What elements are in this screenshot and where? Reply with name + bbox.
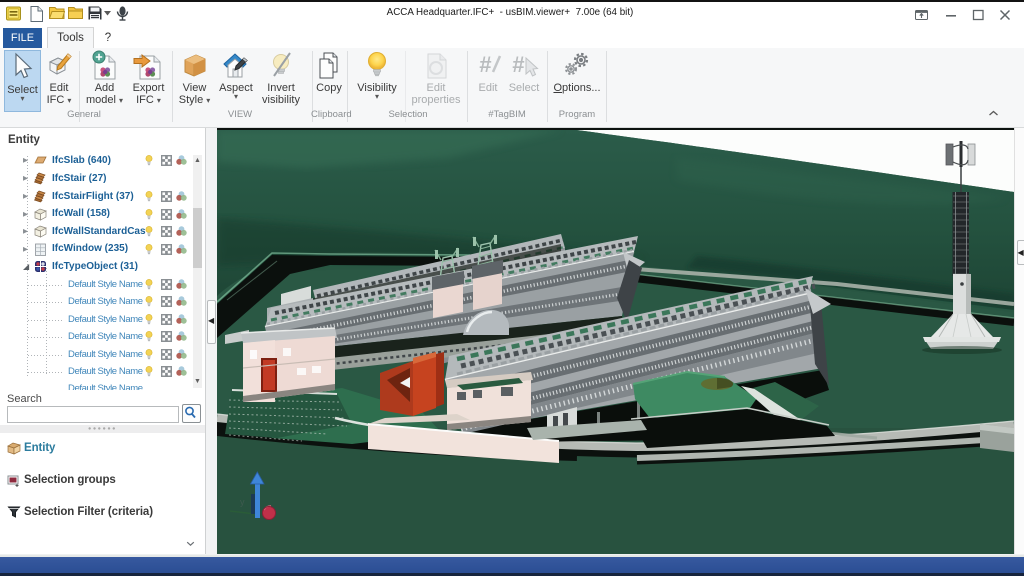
svg-text:y: y [240,497,245,507]
svg-text:#: # [479,52,492,77]
svg-text:#: # [512,52,525,77]
